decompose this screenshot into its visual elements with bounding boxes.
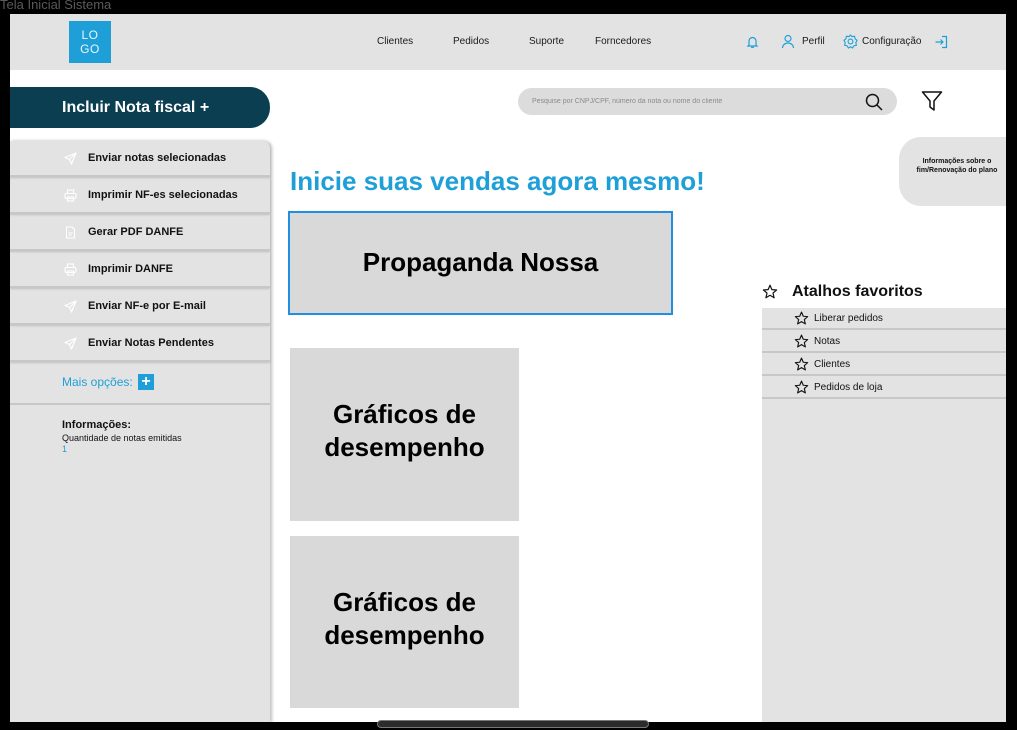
sidebar-item-imprimir-nfes[interactable]: Imprimir NF-es selecionadas bbox=[10, 178, 270, 214]
info-label: Quantidade de notas emitidas bbox=[62, 433, 182, 443]
graph-label-line-1: Gráficos de bbox=[332, 399, 477, 429]
divider bbox=[10, 403, 270, 405]
send-icon bbox=[64, 152, 77, 165]
star-icon bbox=[794, 357, 809, 372]
configuracao-link[interactable]: Configuração bbox=[862, 36, 921, 47]
graph-label-line-1: Gráficos de bbox=[332, 587, 477, 617]
graph-label-line-2: desempenho bbox=[324, 620, 485, 650]
document-icon bbox=[64, 226, 77, 239]
logout-icon[interactable] bbox=[934, 35, 948, 49]
sidebar: Enviar notas selecionadas Imprimir NF-es… bbox=[10, 141, 270, 722]
logo[interactable]: LO GO bbox=[69, 21, 111, 63]
search-bar bbox=[518, 88, 897, 115]
send-icon bbox=[64, 337, 77, 350]
app-screen: LO GO Clientes Pedidos Suporte Forncedor… bbox=[10, 14, 1006, 722]
star-icon bbox=[794, 311, 809, 326]
favorite-label: Pedidos de loja bbox=[814, 382, 883, 393]
plan-info-text: Informações sobre o fim/Renovação do pla… bbox=[916, 158, 998, 174]
sidebar-item-gerar-pdf[interactable]: Gerar PDF DANFE bbox=[10, 215, 270, 251]
star-icon bbox=[794, 334, 809, 349]
send-icon bbox=[64, 300, 77, 313]
favorite-label: Notas bbox=[814, 336, 841, 347]
sidebar-item-enviar-email[interactable]: Enviar NF-e por E-mail bbox=[10, 289, 270, 325]
favorite-item[interactable]: Liberar pedidos bbox=[762, 308, 1006, 330]
performance-chart-placeholder: Gráficos de desempenho bbox=[290, 348, 519, 521]
sidebar-item-notas-pendentes[interactable]: Enviar Notas Pendentes bbox=[10, 326, 270, 362]
search-input[interactable] bbox=[532, 93, 852, 110]
window-title: Tela Inicial Sistema bbox=[0, 0, 112, 12]
nav-fornecedores[interactable]: Forncedores bbox=[595, 36, 651, 47]
printer-icon bbox=[64, 189, 77, 202]
gear-icon[interactable] bbox=[843, 34, 858, 49]
favorite-item[interactable]: Clientes bbox=[762, 354, 1006, 376]
more-options-link[interactable]: Mais opções: bbox=[62, 375, 133, 389]
favorites-title: Atalhos favoritos bbox=[792, 283, 923, 300]
nav-pedidos[interactable]: Pedidos bbox=[453, 36, 489, 47]
sidebar-item-imprimir-danfe[interactable]: Imprimir DANFE bbox=[10, 252, 270, 288]
info-value: 1 bbox=[62, 444, 68, 454]
filter-icon[interactable] bbox=[921, 90, 943, 112]
search-icon[interactable] bbox=[865, 93, 883, 111]
plan-info-tab[interactable]: Informações sobre o fim/Renovação do pla… bbox=[899, 137, 1006, 206]
star-icon bbox=[762, 284, 778, 300]
performance-chart-placeholder: Gráficos de desempenho bbox=[290, 536, 519, 708]
sidebar-item-label: Enviar Notas Pendentes bbox=[88, 337, 214, 349]
promo-label: Propaganda Nossa bbox=[362, 247, 599, 277]
favorite-label: Clientes bbox=[814, 359, 851, 370]
favorite-item[interactable]: Notas bbox=[762, 331, 1006, 353]
sidebar-item-enviar-notas[interactable]: Enviar notas selecionadas bbox=[10, 141, 270, 177]
sidebar-item-label: Enviar notas selecionadas bbox=[88, 152, 227, 164]
logo-line-1: LO bbox=[81, 28, 99, 42]
bell-icon[interactable] bbox=[746, 35, 759, 49]
sidebar-item-label: Imprimir DANFE bbox=[88, 263, 173, 275]
printer-icon bbox=[64, 263, 77, 276]
sidebar-item-label: Imprimir NF-es selecionadas bbox=[88, 189, 238, 201]
graph-label-line-2: desempenho bbox=[324, 432, 485, 462]
user-icon[interactable] bbox=[781, 34, 795, 49]
logo-line-2: GO bbox=[80, 42, 100, 56]
favorites-panel: Liberar pedidos Notas Clientes Pedidos d… bbox=[762, 308, 1006, 722]
perfil-link[interactable]: Perfil bbox=[802, 36, 825, 47]
include-invoice-button[interactable]: Incluir Nota fiscal + bbox=[10, 87, 270, 128]
nav-clientes[interactable]: Clientes bbox=[377, 36, 413, 47]
sidebar-item-label: Enviar NF-e por E-mail bbox=[88, 300, 206, 312]
sidebar-item-label: Gerar PDF DANFE bbox=[88, 226, 184, 238]
favorite-item[interactable]: Pedidos de loja bbox=[762, 377, 1006, 399]
plus-icon[interactable]: + bbox=[138, 374, 154, 390]
favorite-label: Liberar pedidos bbox=[814, 313, 883, 324]
star-icon bbox=[794, 380, 809, 395]
nav-suporte[interactable]: Suporte bbox=[529, 36, 564, 47]
page-headline: Inicie suas vendas agora mesmo! bbox=[290, 166, 705, 196]
horizontal-scrollbar[interactable] bbox=[377, 720, 649, 728]
info-title: Informações: bbox=[62, 419, 132, 431]
promo-banner[interactable]: Propaganda Nossa bbox=[288, 211, 673, 315]
top-navigation-bar: LO GO Clientes Pedidos Suporte Forncedor… bbox=[10, 14, 1006, 70]
